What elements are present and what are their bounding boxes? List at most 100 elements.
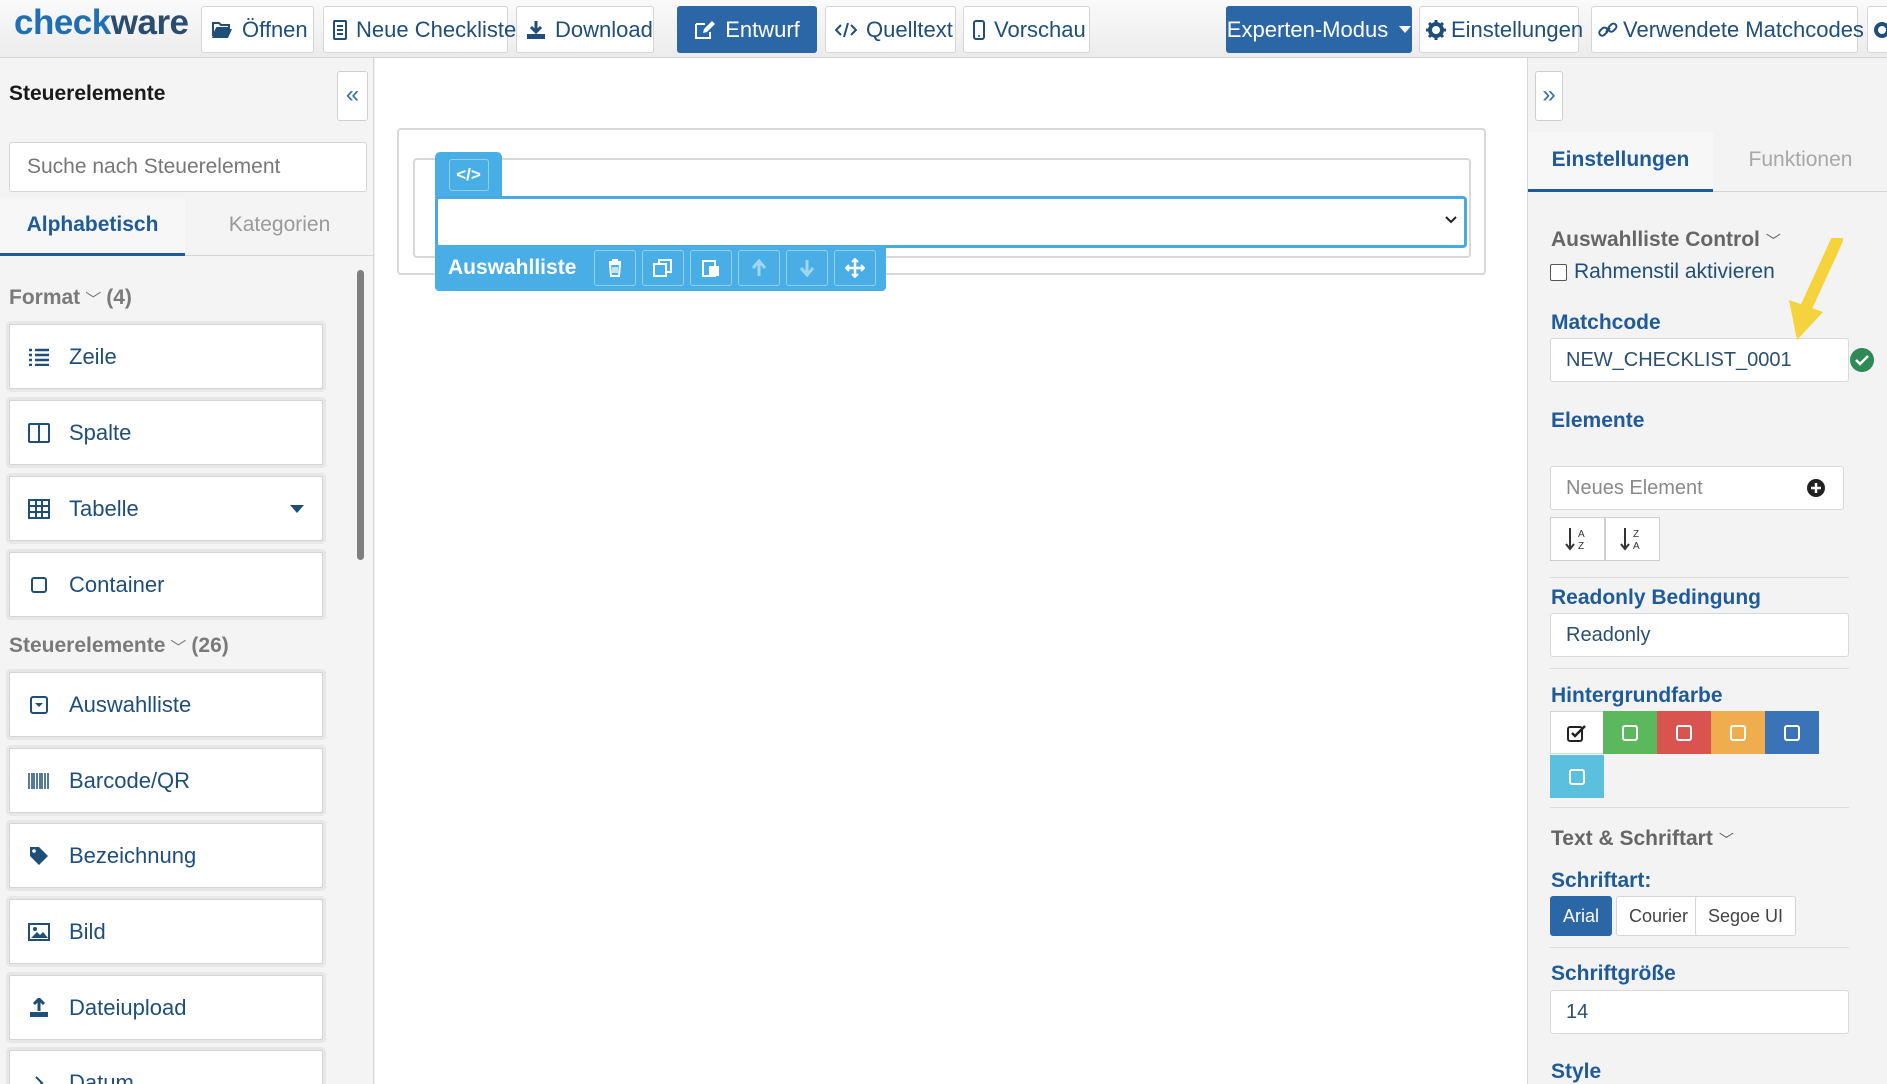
font-size-input[interactable]: 14 bbox=[1550, 990, 1849, 1034]
control-item-dateiupload[interactable]: Dateiupload bbox=[9, 975, 323, 1040]
frame-style-checkbox[interactable]: Rahmenstil aktivieren bbox=[1550, 260, 1775, 284]
paste-icon bbox=[702, 260, 720, 277]
new-checklist-button[interactable]: Neue Checkliste bbox=[323, 6, 516, 53]
color-blue-swatch[interactable] bbox=[1765, 711, 1819, 754]
sort-ascending-button[interactable]: AZ bbox=[1550, 517, 1605, 561]
add-element-button[interactable] bbox=[1789, 466, 1844, 510]
readonly-input[interactable]: Readonly bbox=[1550, 613, 1849, 657]
color-red-swatch[interactable] bbox=[1657, 711, 1711, 754]
control-search-input[interactable] bbox=[9, 142, 367, 192]
control-item-container[interactable]: Container bbox=[9, 552, 323, 617]
color-orange-swatch[interactable] bbox=[1711, 711, 1765, 754]
svg-text:A: A bbox=[1578, 529, 1585, 540]
control-item-bezeichnung[interactable]: Bezeichnung bbox=[9, 823, 323, 888]
plus-circle-icon bbox=[1807, 479, 1825, 497]
color-lightblue-swatch[interactable] bbox=[1550, 755, 1604, 798]
item-label: Container bbox=[69, 571, 165, 597]
control-item-zeile[interactable]: Zeile bbox=[9, 324, 323, 389]
move-down-button[interactable] bbox=[786, 250, 829, 286]
control-item-barcode[interactable]: Barcode/QR bbox=[9, 748, 323, 813]
control-type-header[interactable]: Auswahlliste Control ﹀ bbox=[1551, 228, 1781, 252]
color-green-swatch[interactable] bbox=[1603, 711, 1657, 754]
tab-categories[interactable]: Kategorien bbox=[185, 198, 373, 256]
expert-mode-dropdown[interactable]: Experten-Modus bbox=[1226, 6, 1412, 53]
chevron-down-icon: ﹀ bbox=[85, 292, 102, 309]
panel-scrollbar[interactable] bbox=[357, 270, 364, 560]
open-button[interactable]: Öffnen bbox=[201, 6, 314, 53]
control-item-tabelle[interactable]: Tabelle bbox=[9, 476, 323, 541]
folder-open-icon bbox=[212, 21, 232, 38]
color-white-swatch[interactable] bbox=[1550, 711, 1604, 754]
arrow-icon bbox=[1789, 238, 1843, 340]
section-count: (26) bbox=[191, 634, 229, 657]
text-font-section-header[interactable]: Text & Schriftart ﹀ bbox=[1551, 827, 1734, 851]
chevron-down-icon: ﹀ bbox=[170, 640, 187, 657]
chevron-down-icon: ﹀ bbox=[1765, 232, 1781, 250]
format-section-header[interactable]: Format ﹀ (4) bbox=[9, 286, 132, 310]
matchcode-label: Matchcode bbox=[1551, 311, 1661, 334]
frame-style-label: Rahmenstil aktivieren bbox=[1574, 260, 1775, 283]
top-toolbar: checkware Öffnen Neue Checkliste Downloa… bbox=[0, 0, 1887, 58]
source-button[interactable]: Quelltext bbox=[825, 6, 956, 53]
elements-label: Elemente bbox=[1551, 409, 1645, 432]
duplicate-button[interactable] bbox=[642, 250, 685, 286]
control-item-bild[interactable]: Bild bbox=[9, 899, 323, 964]
item-label: Auswahlliste bbox=[69, 691, 192, 717]
drag-handle[interactable] bbox=[834, 250, 877, 286]
image-icon bbox=[27, 920, 51, 944]
divider bbox=[1550, 668, 1849, 669]
more-button[interactable] bbox=[1867, 6, 1887, 53]
new-element-input[interactable]: Neues Element bbox=[1550, 466, 1790, 510]
item-label: Zeile bbox=[69, 343, 117, 369]
download-button[interactable]: Download bbox=[516, 6, 654, 53]
checked-icon bbox=[1567, 724, 1586, 742]
chevron-right-icon bbox=[27, 1071, 51, 1084]
select-list-control[interactable] bbox=[435, 196, 1467, 248]
tab-functions[interactable]: Funktionen bbox=[1713, 132, 1887, 192]
paste-button[interactable] bbox=[690, 250, 733, 286]
square-icon bbox=[1622, 724, 1638, 741]
readonly-label: Readonly Bedingung bbox=[1551, 586, 1761, 609]
control-item-spalte[interactable]: Spalte bbox=[9, 400, 323, 465]
controls-section-header[interactable]: Steuerelemente ﹀ (26) bbox=[9, 634, 229, 658]
design-button[interactable]: Entwurf bbox=[677, 6, 817, 53]
font-size-label: Schriftgröße bbox=[1551, 962, 1676, 985]
tab-alphabetical[interactable]: Alphabetisch bbox=[0, 198, 185, 256]
design-label: Entwurf bbox=[725, 16, 800, 42]
app-logo: checkware bbox=[14, 0, 189, 46]
checkbox[interactable] bbox=[1550, 263, 1567, 281]
divider bbox=[1550, 947, 1849, 948]
preview-button[interactable]: Vorschau bbox=[963, 6, 1090, 53]
matchcodes-label: Verwendete Matchcodes bbox=[1623, 16, 1864, 42]
sort-descending-button[interactable]: ZA bbox=[1605, 517, 1660, 561]
selected-control-label: Auswahlliste bbox=[448, 256, 577, 279]
sort-az-icon: AZ bbox=[1564, 528, 1585, 552]
item-label: Bild bbox=[69, 918, 106, 944]
divider bbox=[1550, 807, 1849, 808]
move-up-button[interactable] bbox=[738, 250, 781, 286]
design-canvas: </> Auswahlliste bbox=[375, 58, 1527, 1084]
expand-panel-button[interactable]: » bbox=[1535, 71, 1563, 121]
caret-down-icon[interactable] bbox=[290, 505, 304, 513]
matchcode-input[interactable]: NEW_CHECKLIST_0001 bbox=[1550, 338, 1849, 382]
font-courier-button[interactable]: Courier bbox=[1616, 896, 1702, 936]
collapse-panel-button[interactable]: « bbox=[337, 71, 368, 121]
panel-title: Steuerelemente bbox=[9, 82, 166, 105]
edit-icon bbox=[695, 20, 716, 39]
font-label: Schriftart: bbox=[1551, 869, 1652, 892]
control-item-auswahlliste[interactable]: Auswahlliste bbox=[9, 672, 323, 737]
matchcodes-button[interactable]: Verwendete Matchcodes bbox=[1591, 6, 1864, 53]
gear-icon bbox=[1874, 21, 1887, 38]
font-segoe-button[interactable]: Segoe UI bbox=[1695, 896, 1797, 936]
tab-settings[interactable]: Einstellungen bbox=[1528, 132, 1713, 192]
delete-button[interactable] bbox=[594, 250, 637, 286]
item-label: Datum bbox=[69, 1069, 134, 1084]
item-label: Dateiupload bbox=[69, 994, 187, 1020]
settings-button[interactable]: Einstellungen bbox=[1419, 6, 1583, 53]
settings-label: Einstellungen bbox=[1451, 16, 1584, 42]
control-type-label: Auswahlliste Control bbox=[1551, 228, 1760, 251]
control-item-datum[interactable]: Datum bbox=[9, 1050, 323, 1084]
font-arial-button[interactable]: Arial bbox=[1550, 896, 1613, 936]
text-font-label: Text & Schriftart bbox=[1551, 827, 1713, 850]
code-tag[interactable]: </> bbox=[435, 152, 502, 198]
